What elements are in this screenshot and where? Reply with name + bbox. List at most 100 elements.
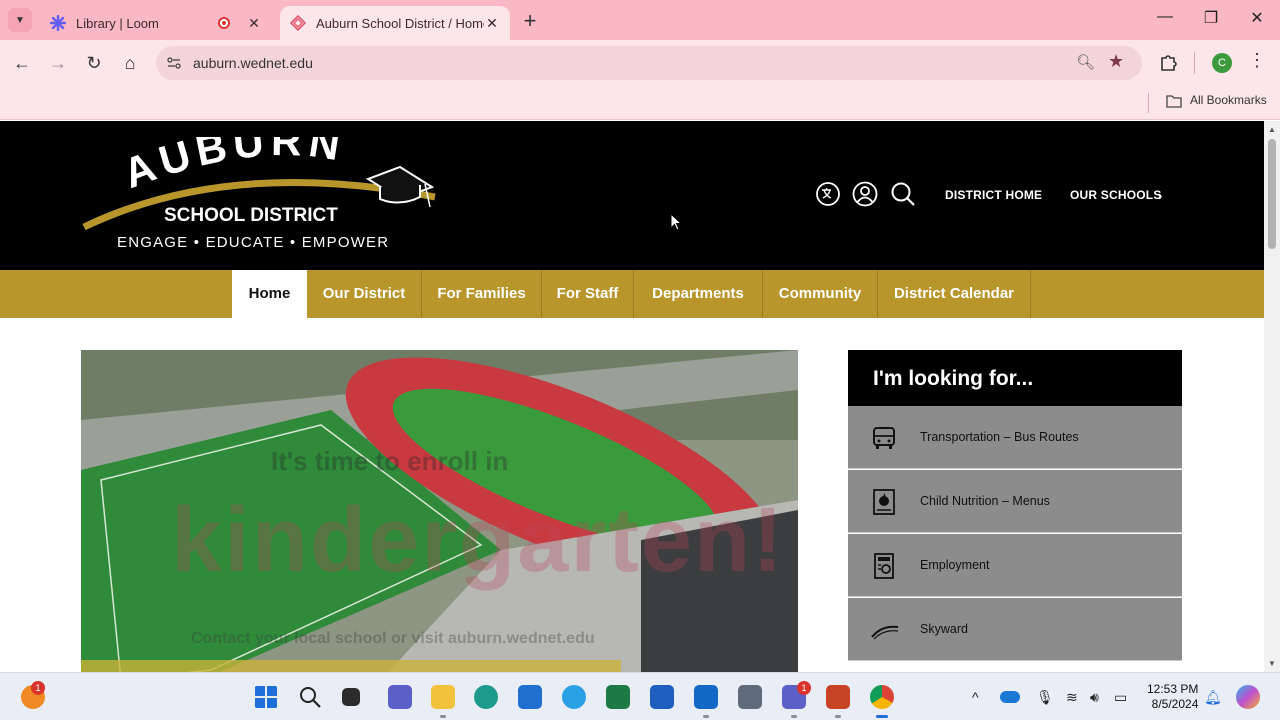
tab-loom[interactable]: Library | Loom ✕	[40, 6, 272, 40]
home-button[interactable]: ⌂	[117, 50, 143, 76]
store-icon[interactable]	[518, 685, 542, 709]
windows-taskbar: 1 1 ^ 🎙︎ ≋ 🔊︎ ▭ 12:53 PM 8/5/2024 🔔︎	[0, 672, 1280, 720]
district-home-link[interactable]: DISTRICT HOME	[945, 188, 1042, 202]
microphone-icon[interactable]: 🎙︎	[1036, 689, 1054, 706]
bookmarks-divider	[1148, 93, 1149, 113]
site-favicon-icon	[290, 15, 306, 31]
task-view-icon[interactable]	[342, 688, 360, 706]
nav-community[interactable]: Community	[763, 270, 878, 318]
link-skyward[interactable]: Skyward	[848, 598, 1182, 661]
wifi-icon[interactable]: ≋	[1066, 689, 1078, 706]
system-clock[interactable]: 12:53 PM 8/5/2024	[1147, 682, 1198, 712]
excel-icon[interactable]	[606, 685, 630, 709]
tab-auburn[interactable]: Auburn School District / Homep ✕	[280, 6, 510, 40]
restore-icon[interactable]: ❐	[1196, 8, 1226, 28]
nav-departments[interactable]: Departments	[634, 270, 763, 318]
minimize-icon[interactable]: —	[1150, 8, 1180, 26]
notification-badge: 1	[31, 681, 45, 695]
help-icon[interactable]	[562, 685, 586, 709]
looking-for-panel: I'm looking for... Transportation – Bus …	[848, 350, 1182, 672]
jobs-icon	[874, 553, 894, 579]
chevron-right-icon[interactable]: ›	[1158, 188, 1163, 203]
file-explorer-icon[interactable]	[431, 685, 455, 709]
tab-title: Auburn School District / Homep	[316, 15, 484, 31]
close-tab-icon[interactable]: ✕	[484, 15, 500, 32]
nav-for-staff[interactable]: For Staff	[542, 270, 634, 318]
back-button[interactable]: ←	[9, 50, 35, 76]
copilot-icon[interactable]	[1236, 685, 1260, 709]
profile-avatar[interactable]: C	[1212, 53, 1232, 73]
running-indicator	[440, 715, 446, 718]
volume-icon[interactable]: 🔊︎	[1090, 689, 1099, 706]
link-employment[interactable]: Employment	[848, 534, 1182, 597]
edge-icon[interactable]	[474, 685, 498, 709]
start-icon[interactable]	[254, 685, 278, 709]
looking-for-title: I'm looking for...	[848, 350, 1182, 406]
clock-time: 12:53 PM	[1147, 682, 1199, 696]
active-indicator	[876, 715, 888, 718]
bus-icon	[873, 427, 895, 449]
extensions-icon[interactable]	[1158, 51, 1180, 73]
battery-icon[interactable]: ▭	[1114, 689, 1127, 706]
page-scrollbar[interactable]: ▲ ▼	[1264, 121, 1280, 672]
nav-home[interactable]: Home	[232, 270, 307, 318]
forward-button[interactable]: →	[45, 50, 71, 76]
link-transportation[interactable]: Transportation – Bus Routes	[848, 406, 1182, 469]
our-schools-link[interactable]: OUR SCHOOLS	[1070, 188, 1162, 202]
running-indicator	[835, 715, 841, 718]
scroll-down-icon[interactable]: ▼	[1268, 659, 1276, 668]
new-tab-button[interactable]: +	[518, 8, 542, 34]
address-bar[interactable]: auburn.wednet.edu 🔍︎ ★	[156, 46, 1142, 80]
outlook-icon[interactable]	[694, 685, 718, 709]
bookmark-star-icon[interactable]: ★	[1108, 51, 1124, 72]
nav-our-district[interactable]: Our District	[307, 270, 422, 318]
notifications-bell-icon[interactable]: 🔔︎	[1204, 689, 1222, 706]
zoom-icon[interactable]: 🔍︎	[1076, 53, 1095, 71]
item-label: Employment	[920, 558, 990, 572]
site-info-icon[interactable]	[166, 55, 182, 71]
item-label: Transportation – Bus Routes	[920, 430, 1079, 444]
skyward-icon	[871, 625, 899, 640]
scroll-thumb[interactable]	[1268, 139, 1276, 249]
toolbar-divider	[1194, 52, 1195, 74]
running-indicator	[703, 715, 709, 718]
scroll-up-icon[interactable]: ▲	[1268, 125, 1276, 134]
main-navigation: Home Our District For Families For Staff…	[0, 270, 1264, 318]
word-icon[interactable]	[650, 685, 674, 709]
browser-toolbar: ← → ↻ ⌂ auburn.wednet.edu 🔍︎ ★ C ⋮	[0, 40, 1280, 86]
web-page: AUBURN SCHOOL DISTRICT ENGAGE • EDUCATE …	[0, 121, 1264, 672]
search-icon[interactable]	[890, 181, 916, 207]
chrome-icon[interactable]	[870, 685, 894, 709]
nav-district-calendar[interactable]: District Calendar	[878, 270, 1031, 318]
svg-text:SCHOOL DISTRICT: SCHOOL DISTRICT	[164, 205, 338, 226]
tab-search-button[interactable]: ▼	[8, 8, 32, 32]
nav-for-families[interactable]: For Families	[422, 270, 542, 318]
item-label: Child Nutrition – Menus	[920, 494, 1050, 508]
reload-button[interactable]: ↻	[81, 50, 107, 76]
hero-subtext: Contact your local school or visit aubur…	[191, 630, 595, 647]
folder-icon	[1166, 95, 1182, 108]
close-window-icon[interactable]: ✕	[1242, 8, 1272, 28]
browser-menu-icon[interactable]: ⋮	[1248, 50, 1266, 71]
translate-icon[interactable]	[815, 181, 841, 207]
onedrive-icon[interactable]	[1000, 691, 1020, 703]
link-child-nutrition[interactable]: Child Nutrition – Menus	[848, 470, 1182, 533]
browser-tab-strip: ▼ Library | Loom ✕ Auburn School Distric…	[0, 0, 1280, 40]
teams-chat-icon[interactable]	[388, 685, 412, 709]
all-bookmarks-link[interactable]: All Bookmarks	[1190, 93, 1267, 107]
powerpoint-icon[interactable]	[826, 685, 850, 709]
svg-text:ENGAGE • EDUCATE • EMPOWER: ENGAGE • EDUCATE • EMPOWER	[117, 234, 389, 251]
site-header: AUBURN SCHOOL DISTRICT ENGAGE • EDUCATE …	[0, 121, 1264, 270]
running-indicator	[791, 715, 797, 718]
close-tab-icon[interactable]: ✕	[246, 15, 262, 32]
show-hidden-icons[interactable]: ^	[972, 689, 979, 705]
hero-image[interactable]: It's time to enroll in kindergarten! Con…	[81, 350, 798, 672]
apple-icon	[873, 489, 895, 515]
clock-date: 8/5/2024	[1151, 697, 1199, 711]
teams-badge: 1	[797, 681, 811, 695]
search-icon[interactable]	[298, 685, 322, 709]
auburn-logo[interactable]: AUBURN SCHOOL DISTRICT ENGAGE • EDUCATE …	[80, 137, 442, 255]
calculator-icon[interactable]	[738, 685, 762, 709]
user-icon[interactable]	[852, 181, 878, 207]
url-text: auburn.wednet.edu	[193, 55, 313, 71]
